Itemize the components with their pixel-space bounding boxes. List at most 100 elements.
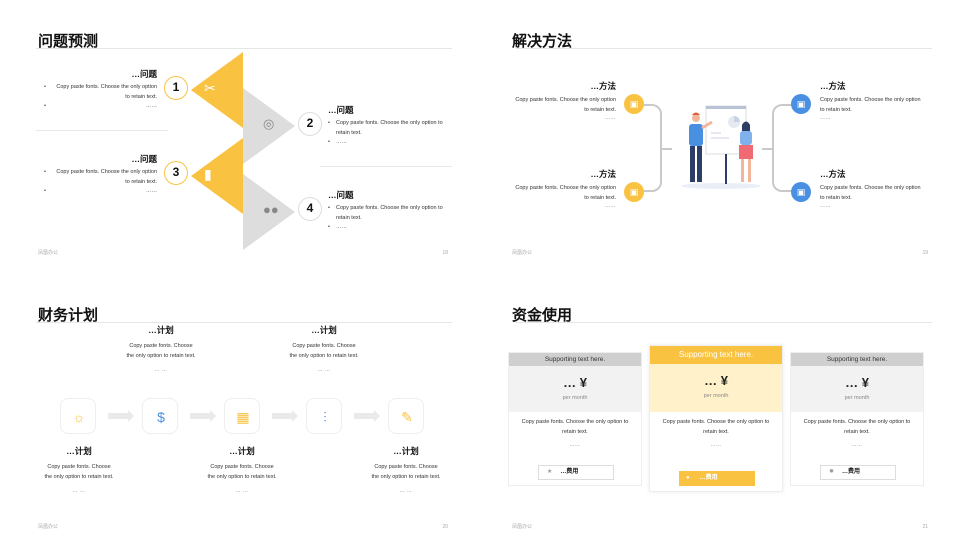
tools-icon: ✂: [204, 80, 216, 96]
document-icon: ▣: [624, 182, 644, 202]
plan-top-1: …计划 Copy paste fonts. Choose the only op…: [126, 324, 196, 373]
title-rule: [36, 322, 452, 323]
card-band: Supporting text here.: [650, 346, 782, 364]
icon-frame: ✎: [388, 398, 424, 434]
problem-item-1: …问题 Copy paste fonts. Choose the only op…: [44, 68, 157, 112]
slide-solutions: 解决方法 ▣ ▣ ▣ ▣ …方法 Copy paste fonts. Choos…: [480, 0, 960, 274]
solution-item-2: …方法 Copy paste fonts. Choose the only op…: [510, 168, 616, 209]
item-body: Copy paste fonts. Choose the only option…: [371, 464, 441, 480]
step-number-3: 3: [164, 161, 188, 185]
title-rule: [36, 48, 452, 49]
item-dots: ……: [820, 115, 831, 121]
slide-financial-plan: 财务计划 …计划 Copy paste fonts. Choose the on…: [0, 274, 480, 548]
card-price-block: … ¥ per month: [650, 364, 782, 412]
item-body: Copy paste fonts. Choose the only option…: [515, 185, 616, 201]
item-heading: …计划: [229, 446, 255, 456]
item-body: Copy paste fonts. Choose the only option…: [515, 97, 616, 113]
star-icon: ★: [547, 469, 553, 475]
item-dots: ……: [44, 102, 157, 112]
document-icon: ▣: [791, 94, 811, 114]
card-price-block: … ¥ per month: [791, 366, 923, 412]
item-heading: …计划: [311, 325, 337, 335]
document-icon: ▣: [624, 94, 644, 114]
pricing-card-2: Supporting text here. … ¥ per month Copy…: [649, 345, 783, 492]
org-chart-icon: ☼: [72, 409, 86, 425]
connector: [662, 148, 672, 150]
icon-frame: ⫶: [306, 398, 342, 434]
plan-top-2: …计划 Copy paste fonts. Choose the only op…: [289, 324, 359, 373]
solution-item-4: …方法 Copy paste fonts. Choose the only op…: [820, 168, 926, 209]
item-body: Copy paste fonts. Choose the only option…: [44, 83, 157, 102]
item-dots: ……: [605, 115, 616, 121]
card-price: … ¥: [563, 375, 587, 390]
item-body: Copy paste fonts. Choose the only option…: [328, 204, 443, 223]
icon-frame: $: [142, 398, 178, 434]
arrow: [108, 410, 134, 422]
footer-brand: 凤凰办公: [512, 524, 533, 530]
item-heading: …方法: [590, 81, 616, 91]
footer-brand: 凤凰办公: [512, 250, 533, 256]
page-number: 20: [442, 524, 448, 530]
gear-icon: ✹: [829, 469, 835, 475]
icon-frame: ☼: [60, 398, 96, 434]
card-dots: ……: [710, 442, 722, 448]
footer-brand: 凤凰办公: [38, 524, 59, 530]
step-number-4: 4: [298, 197, 322, 221]
problem-item-3: …问题 Copy paste fonts. Choose the only op…: [44, 153, 157, 197]
item-body: Copy paste fonts. Choose the only option…: [820, 97, 921, 113]
problem-item-2: …问题 Copy paste fonts. Choose the only op…: [328, 104, 443, 148]
item-dots: ……: [328, 223, 443, 233]
item-dots: … …: [72, 488, 86, 494]
item-body: Copy paste fonts. Choose the only option…: [328, 119, 443, 138]
arrow: [190, 410, 216, 422]
card-body: Copy paste fonts. Choose the only option…: [662, 419, 770, 435]
page-number: 19: [922, 250, 928, 256]
sliders-icon: ⫶: [323, 409, 327, 425]
item-dots: ……: [820, 203, 831, 209]
item-dots: … …: [154, 367, 168, 373]
step-number-1: 1: [164, 76, 188, 100]
step-number-2: 2: [298, 112, 322, 136]
presentation-illustration: [681, 105, 761, 189]
card-price: … ¥: [845, 375, 869, 390]
slide-problem-forecast: 问题预测 ✂ ◎ ▮ ●● 1 2 3 4 …问题 Copy paste fon…: [0, 0, 480, 274]
card-period: per month: [844, 395, 870, 401]
solution-item-3: …方法 Copy paste fonts. Choose the only op…: [820, 80, 926, 121]
target-icon: ◎: [263, 116, 275, 131]
item-heading: …方法: [820, 81, 846, 91]
item-body: Copy paste fonts. Choose the only option…: [820, 185, 921, 201]
problem-item-4: …问题 Copy paste fonts. Choose the only op…: [328, 189, 443, 233]
expense-button[interactable]: ✹ …费用: [820, 465, 896, 480]
coin-icon: ●: [686, 475, 690, 481]
item-heading: …计划: [393, 446, 419, 456]
right-bracket: [772, 104, 792, 192]
button-label: …费用: [560, 469, 579, 475]
item-dots: … …: [235, 488, 249, 494]
triangle-1: [191, 52, 243, 128]
title-rule: [516, 48, 932, 49]
button-label: …费用: [699, 475, 718, 481]
item-heading: …问题: [328, 190, 354, 200]
solution-item-1: …方法 Copy paste fonts. Choose the only op…: [510, 80, 616, 121]
card-price: … ¥: [704, 373, 728, 388]
item-heading: …问题: [328, 105, 354, 115]
card-band: Supporting text here.: [791, 353, 923, 366]
expense-button[interactable]: ● …费用: [679, 471, 755, 486]
triangle-3: [191, 138, 243, 214]
card-price-block: … ¥ per month: [509, 366, 641, 412]
card-body: Copy paste fonts. Choose the only option…: [521, 419, 629, 435]
document-icon: ▣: [791, 182, 811, 202]
arrow: [354, 410, 380, 422]
card-band: Supporting text here.: [509, 353, 641, 366]
slide-fund-usage: 资金使用 Supporting text here. … ¥ per month…: [480, 274, 960, 548]
page-number: 18: [442, 250, 448, 256]
people-icon: ●●: [263, 202, 279, 217]
presentation-icon: ▦: [236, 409, 250, 425]
item-heading: …方法: [820, 169, 846, 179]
card-period: per month: [562, 395, 588, 401]
plan-bottom-1: …计划 Copy paste fonts. Choose the only op…: [44, 445, 114, 494]
item-dots: … …: [399, 488, 413, 494]
item-body: Copy paste fonts. Choose the only option…: [207, 464, 277, 480]
expense-button[interactable]: ★ …费用: [538, 465, 614, 480]
item-dots: ……: [44, 187, 157, 197]
